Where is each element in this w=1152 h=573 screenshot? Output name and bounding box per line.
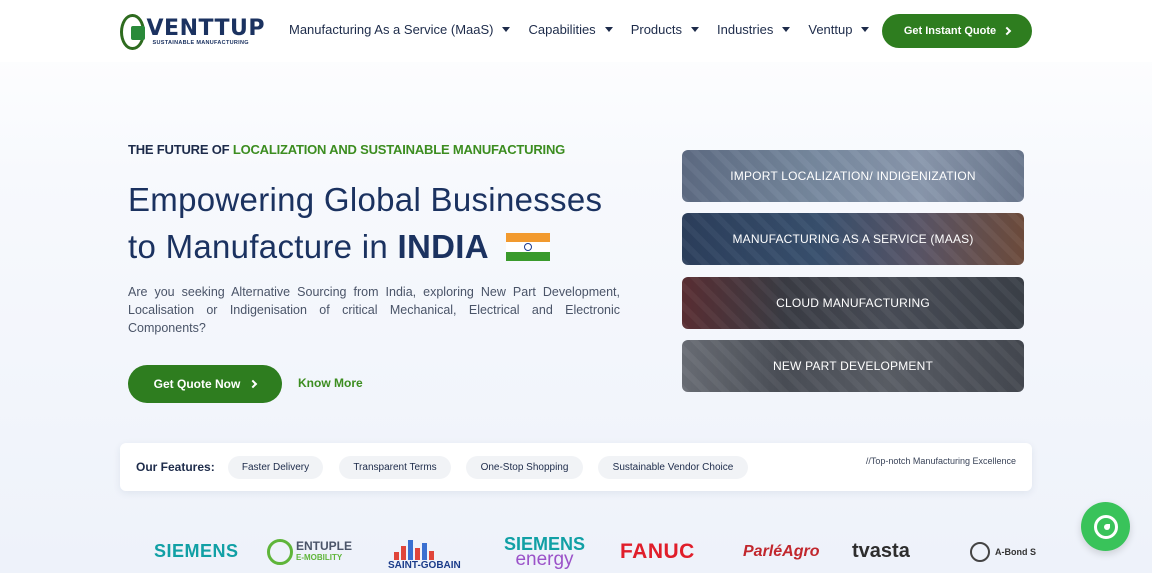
service-card-new-part-development[interactable]: NEW PART DEVELOPMENT — [682, 340, 1024, 392]
fanuc-logo: FANUC — [620, 530, 695, 573]
siemens-energy-logo: SIEMENS energy — [504, 530, 585, 573]
logo-tagline: SUSTAINABLE MANUFACTURING — [152, 40, 249, 46]
service-card-import-localization[interactable]: IMPORT LOCALIZATION/ INDIGENIZATION — [682, 150, 1024, 202]
service-card-maas[interactable]: MANUFACTURING AS A SERVICE (MAAS) — [682, 213, 1024, 265]
tvasta-logo: tvasta — [852, 530, 910, 573]
entuple-logo: ENTUPLE E-MOBILITY — [267, 530, 352, 573]
hero-description: Are you seeking Alternative Sourcing fro… — [128, 285, 620, 335]
abond-mark-icon — [970, 541, 990, 562]
india-flag-icon — [506, 233, 551, 261]
hero-title-line2: to Manufacture in — [128, 228, 389, 265]
chevron-down-icon — [782, 27, 791, 32]
chevron-down-icon — [691, 27, 699, 32]
whatsapp-icon — [1093, 514, 1118, 539]
client-logos: SIEMENS ENTUPLE E-MOBILITY SAINT-GOBAIN … — [0, 530, 1152, 573]
get-instant-quote-button[interactable]: Get Instant Quote — [882, 14, 1032, 48]
nav-label: Manufacturing As a Service (MaaS) — [289, 22, 494, 37]
eyebrow-prefix: THE FUTURE OF — [128, 142, 230, 157]
logo-text: SIEMENS — [154, 541, 239, 561]
chevron-down-icon — [502, 27, 511, 32]
nav-label: Venttup — [808, 22, 853, 37]
logo-subtext: energy — [515, 548, 574, 570]
service-label: MANUFACTURING AS A SERVICE (MAAS) — [732, 232, 974, 246]
skyline-icon — [394, 538, 454, 560]
logo-text: FANUC — [620, 539, 695, 563]
nav-item-industries[interactable]: Industries — [717, 22, 791, 37]
service-label: IMPORT LOCALIZATION/ INDIGENIZATION — [730, 169, 976, 183]
venttup-logo[interactable]: VENTTUP SUSTAINABLE MANUFACTURING — [120, 12, 265, 52]
hero-title-line1: Empowering Global Businesses — [128, 181, 603, 218]
nav-label: Industries — [717, 22, 774, 37]
logo-subtext: E-MOBILITY — [296, 552, 343, 562]
chevron-right-icon — [249, 379, 258, 389]
feature-chip: Transparent Terms — [339, 456, 451, 479]
logo-text: A-Bond S — [995, 546, 1036, 557]
button-label: Get Quote Now — [153, 377, 241, 391]
features-bar: Our Features: Faster Delivery Transparen… — [120, 443, 1032, 491]
logo-text: ENTUPLE — [296, 538, 353, 553]
feature-chip: Sustainable Vendor Choice — [598, 456, 748, 479]
logo-word: VENTTUP — [146, 16, 265, 41]
hero-title-bold: INDIA — [397, 228, 489, 265]
get-quote-now-button[interactable]: Get Quote Now — [128, 365, 282, 403]
feature-chip: One-Stop Shopping — [466, 456, 583, 479]
nav-label: Products — [630, 22, 682, 37]
siemens-logo: SIEMENS — [154, 530, 239, 573]
feature-chip: Faster Delivery — [228, 456, 323, 479]
chevron-down-icon — [604, 27, 613, 32]
nav-label: Capabilities — [528, 22, 596, 37]
logo-text: SAINT-GOBAIN — [388, 560, 461, 571]
service-card-cloud-manufacturing[interactable]: CLOUD MANUFACTURING — [682, 277, 1024, 329]
abond-logo: A-Bond S — [970, 530, 1036, 573]
nav-item-capabilities[interactable]: Capabilities — [528, 22, 613, 37]
hero-title: Empowering Global Businesses to Manufact… — [128, 176, 668, 270]
nav-item-products[interactable]: Products — [631, 22, 699, 37]
features-note: //Top-notch Manufacturing Excellence — [865, 456, 1016, 466]
nav-item-maas[interactable]: Manufacturing As a Service (MaaS) — [289, 22, 511, 37]
logo-mark-icon — [120, 14, 145, 50]
entuple-mark-icon — [267, 538, 293, 565]
chevron-right-icon — [1002, 26, 1012, 36]
saint-gobain-logo: SAINT-GOBAIN — [388, 530, 461, 573]
chevron-down-icon — [861, 27, 870, 32]
parle-agro-logo: ParléAgro — [743, 530, 819, 573]
hero-eyebrow: THE FUTURE OF LOCALIZATION AND SUSTAINAB… — [128, 142, 565, 157]
know-more-link[interactable]: Know More — [298, 376, 363, 390]
eyebrow-highlight: LOCALIZATION AND SUSTAINABLE MANUFACTURI… — [232, 142, 566, 157]
features-label: Our Features: — [136, 460, 215, 474]
whatsapp-chat-button[interactable] — [1081, 502, 1130, 551]
logo-text: ParléAgro — [743, 542, 820, 560]
nav-item-venttup[interactable]: Venttup — [808, 22, 870, 37]
service-label: CLOUD MANUFACTURING — [776, 296, 930, 310]
site-header: VENTTUP SUSTAINABLE MANUFACTURING Manufa… — [0, 0, 1152, 62]
logo-text: tvasta — [852, 540, 910, 562]
main-nav: Manufacturing As a Service (MaaS) Capabi… — [289, 22, 887, 37]
service-label: NEW PART DEVELOPMENT — [772, 359, 934, 373]
cta-label: Get Instant Quote — [903, 25, 997, 37]
